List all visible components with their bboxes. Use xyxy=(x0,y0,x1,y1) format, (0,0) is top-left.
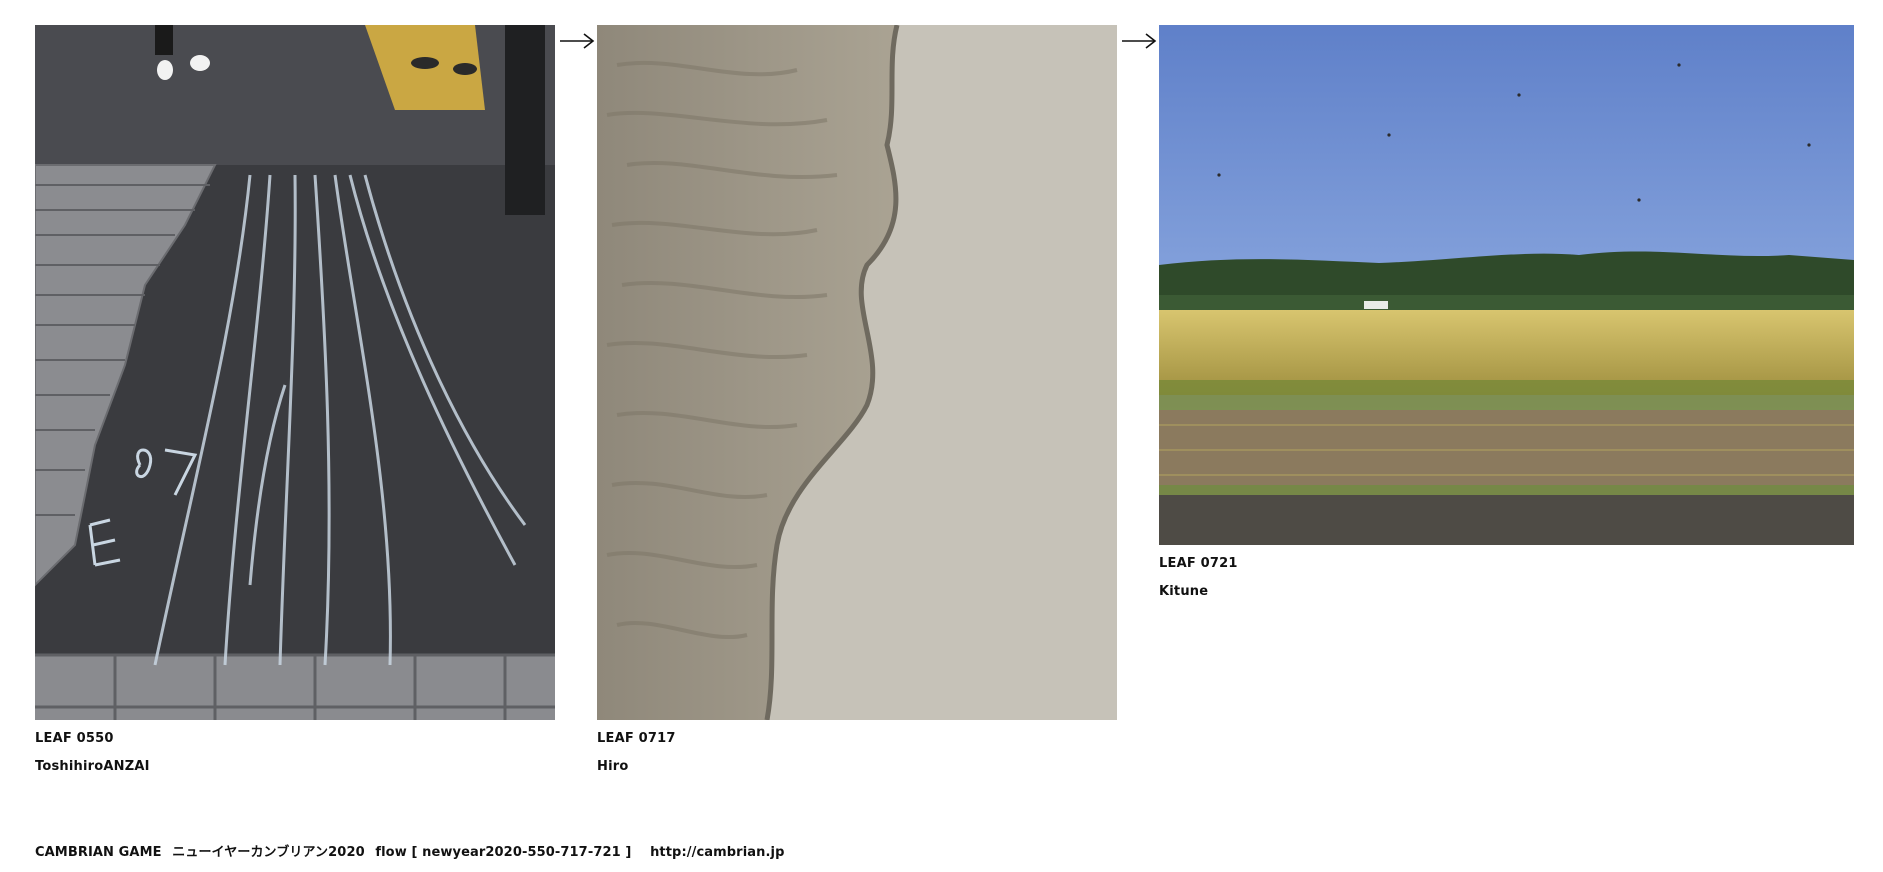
leaf-id: LEAF 0717 xyxy=(597,731,676,746)
arrow-right-icon xyxy=(560,33,595,49)
leaf-card-0550: LEAF 0550 ToshihiroANZAI xyxy=(35,25,555,785)
sand-ripple-photo xyxy=(597,25,1117,720)
leaf-photo-0717[interactable] xyxy=(597,25,1117,720)
arrow-right-icon xyxy=(1122,33,1157,49)
leaf-author[interactable]: Hiro xyxy=(597,759,628,774)
footer-game-name: CAMBRIAN GAME xyxy=(35,845,162,860)
footer: CAMBRIAN GAME ニューイヤーカンブリアン2020 flow [ ne… xyxy=(35,841,790,860)
footer-title: ニューイヤーカンブリアン2020 xyxy=(172,845,365,860)
leaf-author[interactable]: ToshihiroANZAI xyxy=(35,759,150,774)
chalk-street-photo xyxy=(35,25,555,720)
footer-flow: flow [ newyear2020-550-717-721 ] xyxy=(375,845,632,860)
leaf-photo-0721[interactable] xyxy=(1159,25,1854,545)
leaf-card-0721: LEAF 0721 Kitune xyxy=(1159,25,1854,615)
leaf-author[interactable]: Kitune xyxy=(1159,584,1208,599)
rice-field-photo xyxy=(1159,25,1854,545)
leaf-id: LEAF 0721 xyxy=(1159,556,1238,571)
footer-url-link[interactable]: http://cambrian.jp xyxy=(650,845,784,860)
leaf-id: LEAF 0550 xyxy=(35,731,114,746)
leaf-photo-0550[interactable] xyxy=(35,25,555,720)
leaf-card-0717: LEAF 0717 Hiro xyxy=(597,25,1117,785)
